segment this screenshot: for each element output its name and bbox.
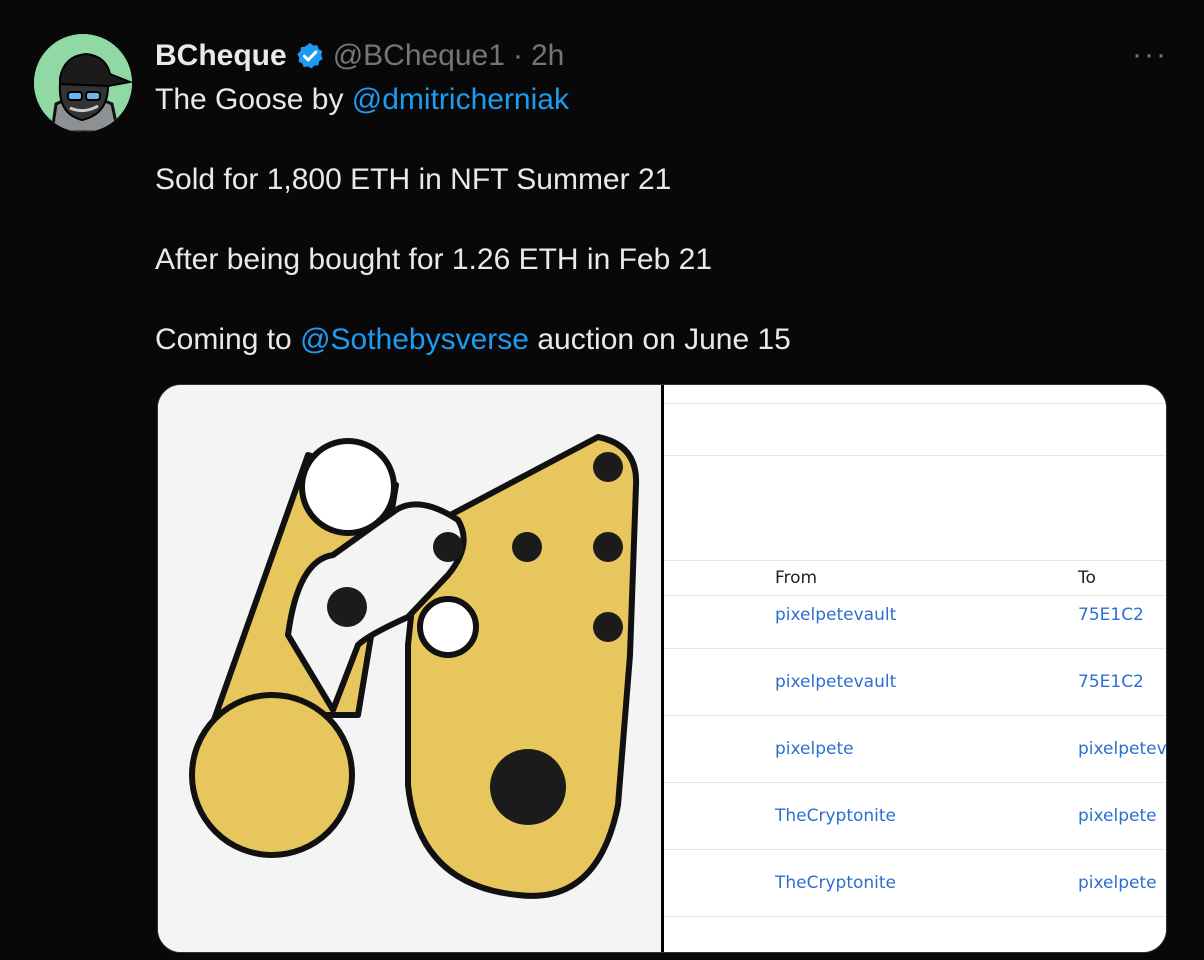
goose-artwork-image[interactable]	[158, 385, 661, 952]
user-handle[interactable]: @BCheque1	[333, 39, 505, 73]
tweet[interactable]: BCheque @BCheque1 · 2h ··· The Goose by …	[0, 0, 1204, 960]
table-divider	[664, 455, 1166, 456]
tweet-line-1: The Goose by @dmitricherniak	[155, 80, 1155, 120]
tweet-text: The Goose by	[155, 83, 352, 116]
from-address-link[interactable]: pixelpete	[775, 739, 854, 759]
table-divider	[664, 715, 1166, 716]
tweet-line-4: Coming to @Sothebysverse auction on June…	[155, 320, 1155, 360]
tweet-header: BCheque @BCheque1 · 2h	[155, 36, 564, 76]
to-address-link[interactable]: 75E1C2	[1078, 672, 1144, 692]
to-address-link[interactable]: 75E1C2	[1078, 605, 1144, 625]
table-divider	[664, 849, 1166, 850]
transfers-table: From To pixelpetevault 75E1C2 pixelpetev…	[664, 385, 1166, 952]
table-divider	[664, 403, 1166, 404]
verified-badge-icon	[295, 41, 325, 71]
table-divider	[664, 782, 1166, 783]
avatar[interactable]	[34, 34, 132, 132]
display-name[interactable]: BCheque	[155, 39, 287, 73]
table-divider	[664, 916, 1166, 917]
more-dots-icon[interactable]: ···	[1130, 40, 1170, 70]
table-divider	[664, 648, 1166, 649]
timestamp[interactable]: 2h	[531, 39, 564, 73]
media-card[interactable]: From To pixelpetevault 75E1C2 pixelpetev…	[157, 384, 1167, 953]
tweet-line-3: After being bought for 1.26 ETH in Feb 2…	[155, 243, 713, 276]
tweet-text: auction on June 15	[528, 323, 791, 356]
from-address-link[interactable]: pixelpetevault	[775, 605, 896, 625]
tweet-line-2: Sold for 1,800 ETH in NFT Summer 21	[155, 163, 672, 196]
separator-dot: ·	[512, 39, 523, 72]
to-address-link[interactable]: pixelpete	[1078, 873, 1157, 893]
from-address-link[interactable]: pixelpetevault	[775, 672, 896, 692]
mention-link-sothebysverse[interactable]: @Sothebysverse	[300, 323, 529, 356]
column-header-to: To	[1078, 568, 1096, 588]
from-address-link[interactable]: TheCryptonite	[775, 873, 896, 893]
to-address-link[interactable]: pixelpetev	[1078, 739, 1166, 759]
tweet-text: Coming to	[155, 323, 301, 356]
column-header-from: From	[775, 568, 818, 588]
from-address-link[interactable]: TheCryptonite	[775, 806, 896, 826]
table-divider	[664, 595, 1166, 596]
mention-link-dmitricherniak[interactable]: @dmitricherniak	[352, 83, 569, 116]
to-address-link[interactable]: pixelpete	[1078, 806, 1157, 826]
table-divider	[664, 560, 1166, 561]
